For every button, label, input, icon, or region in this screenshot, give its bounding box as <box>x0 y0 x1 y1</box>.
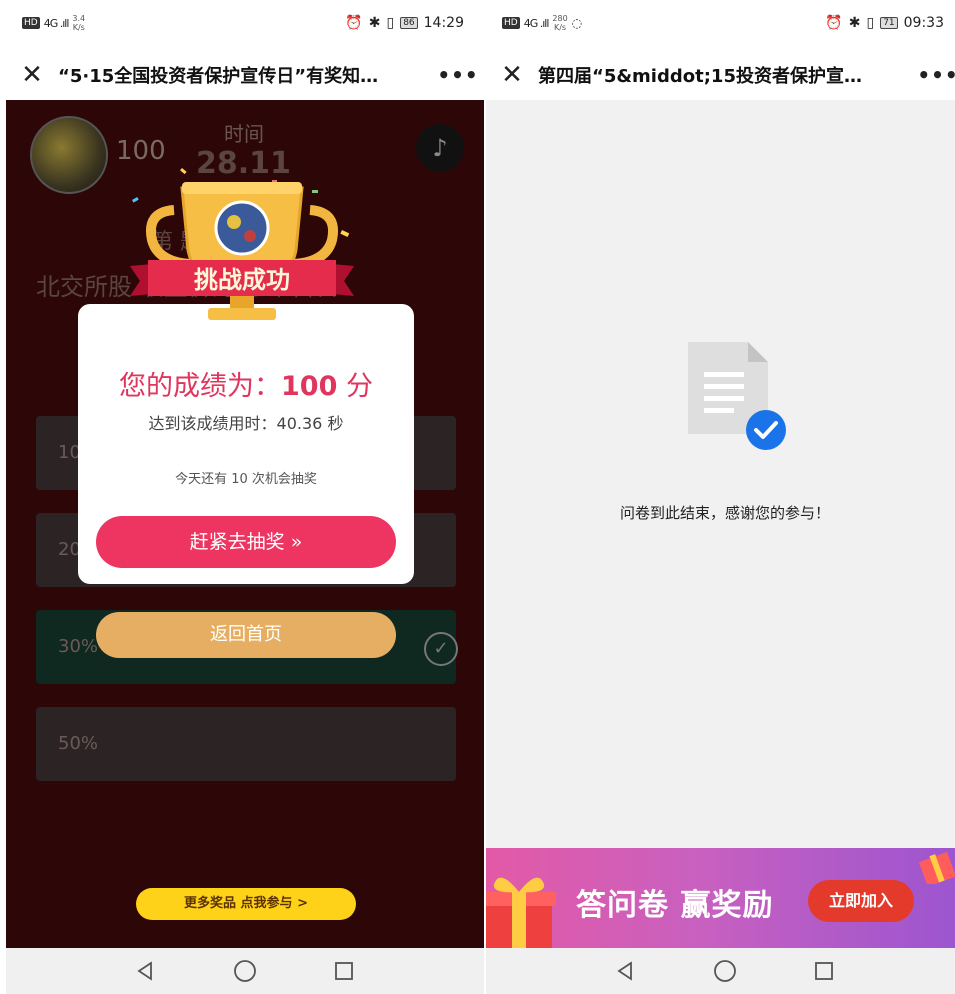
draw-lottery-button[interactable]: 赶紧去抽奖 » <box>96 516 396 568</box>
answer-option[interactable]: 50% <box>36 707 456 781</box>
back-icon[interactable] <box>611 956 641 986</box>
alarm-icon: ⏰ <box>825 15 843 31</box>
gift-box-icon <box>918 851 955 884</box>
back-icon[interactable] <box>131 956 161 986</box>
signal-icon: 4G .ıll <box>523 16 550 30</box>
join-now-button[interactable]: 立即加入 <box>808 880 914 922</box>
home-icon[interactable] <box>230 956 260 986</box>
chances-left: 今天还有 10 次机会抽奖 <box>175 472 317 487</box>
system-nav-bar <box>486 948 955 994</box>
close-icon[interactable]: ✕ <box>486 60 538 90</box>
status-bar: HD 4G .ıll 280 K/s ◌ ⏰ ✱ ▯ 71 09:33 <box>486 0 955 50</box>
quiz-area: 100 时间 28.11 ♪ 第 题 北交所股 收盘价为基 市首日 10 20 … <box>6 100 484 948</box>
bluetooth-icon: ✱ <box>848 15 861 31</box>
trophy-icon: 挑战成功 <box>130 167 354 320</box>
chat-icon: ◌ <box>571 16 583 30</box>
page-title: 第四届“5&middot;15投资者保护宣… <box>538 66 862 87</box>
signal-icon: 4G .ıll <box>43 16 70 30</box>
hd-icon: HD <box>502 17 520 29</box>
avatar <box>30 116 108 194</box>
more-prizes-button[interactable]: 更多奖品 点我参与 > <box>136 888 356 920</box>
hd-icon: HD <box>22 17 40 29</box>
success-banner-text: 挑战成功 <box>194 266 290 294</box>
system-nav-bar <box>6 948 484 994</box>
title-bar: ✕ 第四届“5&middot;15投资者保护宣… ••• <box>486 50 955 100</box>
more-icon[interactable]: ••• <box>912 63 955 87</box>
battery-icon: 86 <box>400 17 418 29</box>
recents-icon[interactable] <box>809 956 839 986</box>
clock: 14:29 <box>423 15 464 31</box>
gift-box-icon <box>486 877 556 948</box>
network-speed: 3.4 K/s <box>72 14 86 32</box>
recents-icon[interactable] <box>329 956 359 986</box>
battery-icon: 71 <box>880 17 898 29</box>
document-check-icon <box>688 342 786 450</box>
vibrate-icon: ▯ <box>866 15 875 31</box>
result-modal: 您的成绩为：100 分 达到该成绩用时：40.36 秒 今天还有 10 次机会抽… <box>78 304 414 584</box>
promo-banner[interactable]: 答问卷 赢奖励 立即加入 <box>486 848 955 948</box>
more-icon[interactable]: ••• <box>432 63 484 87</box>
page-title: “5·15全国投资者保护宣传日”有奖知… <box>58 66 379 87</box>
music-icon[interactable]: ♪ <box>416 124 464 172</box>
option-label: 30% <box>58 636 99 657</box>
clock: 09:33 <box>903 15 944 31</box>
survey-complete-area: 问卷到此结束，感谢您的参与！ <box>486 100 955 848</box>
close-icon[interactable]: ✕ <box>6 60 58 90</box>
time-used: 达到该成绩用时：40.36 秒 <box>148 414 344 433</box>
status-bar: HD 4G .ıll 3.4 K/s ⏰ ✱ ▯ 86 14:29 <box>6 0 484 50</box>
bluetooth-icon: ✱ <box>368 15 381 31</box>
left-screen: HD 4G .ıll 3.4 K/s ⏰ ✱ ▯ 86 14:29 ✕ “5·15… <box>6 0 484 994</box>
end-message: 问卷到此结束，感谢您的参与！ <box>619 504 830 522</box>
check-icon: ✓ <box>424 632 458 666</box>
alarm-icon: ⏰ <box>345 15 363 31</box>
banner-text: 答问卷 赢奖励 <box>576 888 774 923</box>
home-icon[interactable] <box>710 956 740 986</box>
score-line: 您的成绩为：100 分 <box>119 371 373 402</box>
right-screen: HD 4G .ıll 280 K/s ◌ ⏰ ✱ ▯ 71 09:33 ✕ 第四届… <box>486 0 955 994</box>
back-home-button[interactable]: 返回首页 <box>96 612 396 658</box>
network-speed: 280 K/s <box>552 14 568 32</box>
vibrate-icon: ▯ <box>386 15 395 31</box>
title-bar: ✕ “5·15全国投资者保护宣传日”有奖知… ••• <box>6 50 484 100</box>
